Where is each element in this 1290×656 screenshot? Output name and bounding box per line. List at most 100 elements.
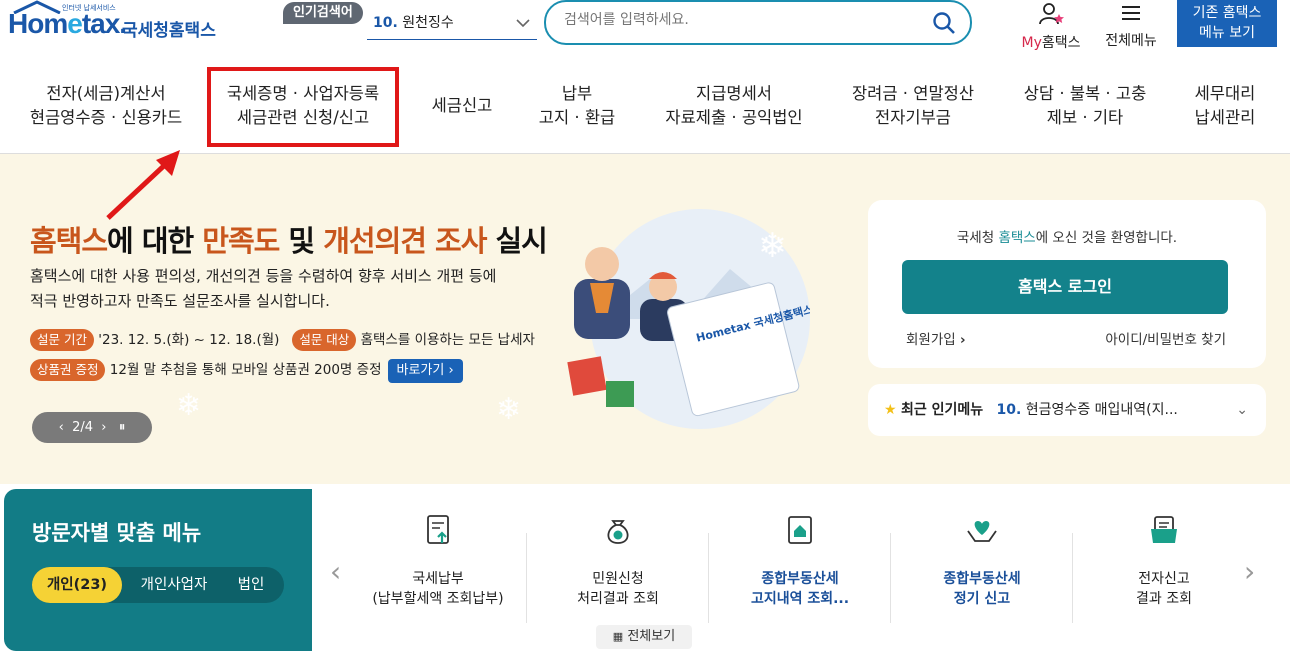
gnb-line: 현금영수증 · 신용카드 bbox=[29, 108, 183, 127]
gift-text: 12월 말 추첨을 통해 모바일 상품권 200명 증정 bbox=[109, 362, 382, 378]
welcome-part: 국세청 bbox=[956, 230, 999, 246]
old-menu-line1: 기존 홈택스 bbox=[1192, 5, 1262, 21]
period-text: '23. 12. 5.(화) ~ 12. 18.(월) bbox=[98, 332, 280, 348]
banner-title: 홈택스에 대한 만족도 및 개선의견 조사 실시 bbox=[30, 218, 548, 260]
highlight-annotation-box bbox=[207, 67, 399, 147]
view-all-label: 전체보기 bbox=[627, 629, 676, 644]
star-icon: ★ bbox=[884, 402, 897, 418]
recent-popular-menu[interactable]: ★ 최근 인기메뉴 10. 현금영수증 매입내역(지... ⌄ bbox=[868, 384, 1266, 436]
all-menu-button[interactable]: 전체메뉴 bbox=[1100, 2, 1162, 50]
welcome-part: 홈택스 bbox=[998, 230, 1036, 246]
next-icon[interactable]: › bbox=[101, 420, 106, 435]
gnb-item-tax-report[interactable]: 세금신고 bbox=[414, 94, 510, 118]
all-menu-label: 전체메뉴 bbox=[1105, 33, 1157, 49]
heart-hands-icon bbox=[967, 521, 997, 542]
target-text: 홈택스를 이용하는 모든 납세자 bbox=[360, 332, 535, 348]
divider bbox=[1072, 533, 1073, 623]
chevron-down-icon: ⌄ bbox=[1236, 402, 1248, 418]
folder-document-icon bbox=[1151, 516, 1177, 543]
house-document-icon bbox=[788, 516, 812, 544]
tab-individual-business[interactable]: 개인사업자 bbox=[128, 567, 220, 603]
money-bag-icon bbox=[607, 520, 629, 544]
title-part: 에 대한 bbox=[107, 224, 203, 258]
goto-button[interactable]: 바로가기 › bbox=[387, 359, 463, 383]
title-part: 홈택스 bbox=[30, 224, 108, 258]
desc-line: 적극 반영하고자 만족도 설문조사를 실시합니다. bbox=[30, 292, 330, 310]
snowflake-icon: ❄ bbox=[496, 392, 522, 427]
myhometax-button[interactable]: My홈택스 bbox=[1016, 2, 1086, 52]
divider bbox=[890, 533, 891, 623]
recent-title: 최근 인기메뉴 bbox=[901, 402, 984, 418]
pause-icon[interactable]: ⏸ bbox=[119, 420, 126, 435]
gnb-item-consult[interactable]: 상담 · 불복 · 고충제보 · 기타 bbox=[1008, 82, 1162, 130]
survey-period-row: 설문 기간 '23. 12. 5.(화) ~ 12. 18.(월) 설문 대상 … bbox=[30, 329, 535, 351]
quick-item-tax-payment[interactable]: 국세납부 (납부할세액 조회납부) bbox=[348, 513, 528, 609]
tab-personal[interactable]: 개인(23) bbox=[32, 567, 122, 603]
quick-label: 처리결과 조회 bbox=[577, 591, 659, 607]
quick-label: 민원신청 bbox=[592, 571, 644, 587]
logo-part: Hom bbox=[8, 8, 68, 39]
divider bbox=[526, 533, 527, 623]
quick-item-property-tax-report[interactable]: 종합부동산세정기 신고 bbox=[892, 513, 1072, 609]
snowflake-icon: ❄ bbox=[758, 226, 787, 266]
login-button[interactable]: 홈택스 로그인 bbox=[902, 260, 1228, 314]
search-icon[interactable] bbox=[932, 11, 956, 35]
gnb-item-statement[interactable]: 지급명세서 자료제출 · 공익법인 bbox=[650, 82, 818, 130]
logo-wordmark: Hometax. bbox=[8, 8, 127, 40]
gnb-item-payment[interactable]: 납부 고지 · 환급 bbox=[522, 82, 632, 130]
old-hometax-menu-button[interactable]: 기존 홈택스 메뉴 보기 bbox=[1177, 0, 1277, 47]
popular-term: 원천징수 bbox=[402, 15, 454, 31]
gnb-line: 전자기부금 bbox=[875, 108, 951, 127]
user-star-icon bbox=[1039, 3, 1064, 25]
pointer-arrow-annotation bbox=[106, 150, 180, 220]
popular-rank: 10. bbox=[373, 15, 398, 31]
logo-korean: 국세청홈택스 bbox=[122, 21, 216, 41]
logo-part: tax. bbox=[81, 8, 127, 39]
snowflake-icon: ❄ bbox=[176, 388, 202, 423]
welcome-part: 에 오신 것을 환영합니다. bbox=[1035, 230, 1178, 246]
gnb-line: 제보 · 기타 bbox=[1046, 108, 1124, 127]
gnb-item-einvoice[interactable]: 전자(세금)계산서현금영수증 · 신용카드 bbox=[18, 82, 194, 130]
prev-icon[interactable]: ‹ bbox=[59, 420, 64, 435]
recent-rank: 10. bbox=[996, 402, 1022, 418]
welcome-text: 국세청 홈택스에 오신 것을 환영합니다. bbox=[868, 226, 1266, 246]
gnb-line: 장려금 · 연말정산 bbox=[852, 84, 974, 103]
search-input[interactable] bbox=[564, 12, 924, 28]
quick-label: 종합부동산세 bbox=[761, 571, 839, 587]
tab-corporation[interactable]: 법인 bbox=[226, 567, 276, 603]
quick-label: 고지내역 조회... bbox=[750, 591, 850, 607]
recent-item: 현금영수증 매입내역(지... bbox=[1025, 402, 1178, 418]
quick-label: (납부할세액 조회납부) bbox=[372, 591, 504, 607]
header: 인터넷 납세서비스 Hometax. 국세청홈택스 인기검색어 10. 원천징수… bbox=[0, 0, 1290, 52]
popular-search-tag: 인기검색어 bbox=[283, 2, 363, 24]
global-nav: 전자(세금)계산서 현금영수증 · 신용카드 국세증명 · 사업자등록 세금관련 신… bbox=[0, 62, 1290, 154]
quick-label: 전자신고 bbox=[1138, 571, 1190, 587]
quick-label: 결과 조회 bbox=[1136, 591, 1192, 607]
login-card: 국세청 홈택스에 오신 것을 환영합니다. 홈택스 로그인 회원가입 › 아이디… bbox=[868, 200, 1266, 368]
visitor-menu-panel: 방문자별 맞춤 메뉴 개인(23) 개인사업자 법인 bbox=[4, 489, 314, 651]
gnb-line: 전자(세금)계산서 bbox=[46, 84, 166, 103]
desc-line: 홈택스에 대한 사용 편의성, 개선의견 등을 수렴하여 향후 서비스 개편 등… bbox=[30, 267, 497, 285]
view-all-button[interactable]: ▦ 전체보기 bbox=[596, 625, 692, 649]
quick-menu-panel: ‹ › 국세납부 (납부할세액 조회납부) 민원신청 처리결과 조회 종합부동산세 고… bbox=[312, 489, 1282, 651]
gnb-item-agent[interactable]: 세무대리 납세관리 bbox=[1178, 82, 1272, 130]
quick-item-property-tax-notice[interactable]: 종합부동산세고지내역 조회... bbox=[710, 513, 890, 609]
target-badge: 설문 대상 bbox=[292, 329, 357, 351]
quick-item-civil-petition[interactable]: 민원신청처리결과 조회 bbox=[528, 513, 708, 609]
gnb-item-yearend[interactable]: 장려금 · 연말정산전자기부금 bbox=[838, 82, 988, 130]
popular-search-select[interactable]: 10. 원천징수 bbox=[367, 10, 537, 40]
myhometax-my: My bbox=[1021, 35, 1042, 51]
gnb-line: 납부 bbox=[561, 84, 593, 103]
logo-part: e bbox=[67, 8, 83, 39]
divider bbox=[708, 533, 709, 623]
quick-item-e-filing-result[interactable]: 전자신고결과 조회 bbox=[1074, 513, 1254, 609]
myhometax-label: My홈택스 bbox=[1016, 32, 1086, 52]
quick-label: 종합부동산세 bbox=[943, 571, 1021, 587]
gnb-line: 상담 · 불복 · 고충 bbox=[1023, 84, 1147, 103]
quick-label: 정기 신고 bbox=[953, 591, 1011, 607]
find-id-password-link[interactable]: 아이디/비밀번호 찾기 bbox=[1105, 328, 1226, 348]
title-part: 개선의견 조사 bbox=[323, 224, 487, 258]
join-link[interactable]: 회원가입 › bbox=[906, 328, 966, 348]
chevron-left-icon[interactable]: ‹ bbox=[330, 555, 341, 588]
banner-description: 홈택스에 대한 사용 편의성, 개선의견 등을 수렴하여 향후 서비스 개편 등… bbox=[30, 264, 496, 314]
